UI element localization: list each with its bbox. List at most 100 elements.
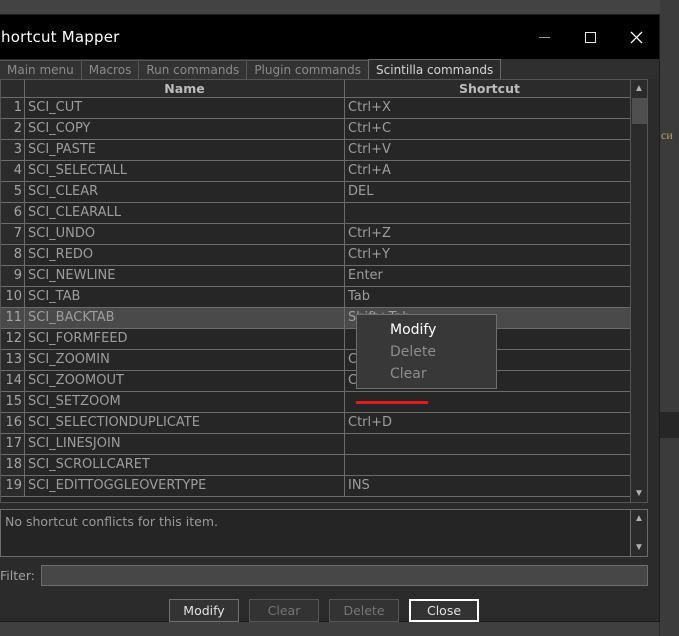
row-command-name[interactable]: SCI_FORMFEED (25, 329, 345, 350)
row-command-name[interactable]: SCI_EDITTOGGLEOVERTYPE (25, 476, 345, 497)
row-shortcut[interactable]: Ctrl+Z (345, 224, 635, 245)
row-shortcut[interactable]: Ctrl+Y (345, 245, 635, 266)
row-command-name[interactable]: SCI_ZOOMOUT (25, 371, 345, 392)
context-menu: Modify Delete Clear (356, 314, 497, 389)
table-row[interactable]: 19 SCI_EDITTOGGLEOVERTYPE INS (1, 476, 647, 497)
row-shortcut[interactable] (345, 203, 635, 224)
table-row[interactable]: 5 SCI_CLEAR DEL (1, 182, 647, 203)
row-command-name[interactable]: SCI_SETZOOM (25, 392, 345, 413)
background-app-panel (660, 0, 679, 636)
context-menu-item-modify[interactable]: Modify (357, 319, 496, 341)
row-number: 12 (1, 329, 25, 350)
row-command-name[interactable]: SCI_CLEARALL (25, 203, 345, 224)
row-number: 17 (1, 434, 25, 455)
shortcut-mapper-dialog: hortcut Mapper Main menu Macros Run comman… (0, 14, 660, 622)
table-row[interactable]: 6 SCI_CLEARALL (1, 203, 647, 224)
background-tab-block (660, 412, 679, 438)
conflict-scroll-down-icon[interactable]: ▼ (631, 539, 647, 556)
table-row[interactable]: 11SCI_BACKTABShift+Tab (1, 308, 647, 329)
row-shortcut[interactable] (345, 455, 635, 476)
context-menu-item-clear: Clear (390, 366, 427, 382)
table-row[interactable]: 9 SCI_NEWLINE Enter (1, 266, 647, 287)
context-menu-highlight-underline (356, 401, 428, 404)
row-shortcut[interactable]: INS (345, 476, 635, 497)
maximize-button[interactable] (567, 15, 613, 59)
tab-plugin-commands[interactable]: Plugin commands (246, 60, 370, 79)
row-number: 7 (1, 224, 25, 245)
scroll-down-icon[interactable]: ▼ (631, 485, 647, 502)
row-command-name[interactable]: SCI_ZOOMIN (25, 350, 345, 371)
tab-main-menu[interactable]: Main menu (0, 60, 82, 79)
title-bar: hortcut Mapper (0, 15, 659, 59)
row-shortcut[interactable]: Tab (345, 287, 635, 308)
table-header-shortcut[interactable]: Shortcut (345, 80, 635, 98)
conflict-scroll-up-icon[interactable]: ▲ (631, 510, 647, 527)
conflict-scrollbar[interactable]: ▲ ▼ (630, 510, 647, 556)
minimize-button[interactable] (521, 15, 567, 59)
window-title: hortcut Mapper (1, 28, 120, 46)
table-row[interactable]: 14SCI_ZOOMOUTCtrl+Num - (1, 371, 647, 392)
row-shortcut[interactable] (345, 434, 635, 455)
row-shortcut[interactable]: Ctrl+A (345, 161, 635, 182)
row-number: 18 (1, 455, 25, 476)
row-shortcut[interactable]: Ctrl+V (345, 140, 635, 161)
tab-macros[interactable]: Macros (80, 60, 140, 79)
row-shortcut[interactable]: Ctrl+D (345, 413, 635, 434)
row-number: 13 (1, 350, 25, 371)
close-button[interactable] (613, 15, 659, 59)
row-command-name[interactable]: SCI_PASTE (25, 140, 345, 161)
row-command-name[interactable]: SCI_LINESJOIN (25, 434, 345, 455)
table-row[interactable]: 12 SCI_FORMFEED (1, 329, 647, 350)
row-shortcut[interactable]: Ctrl+C (345, 119, 635, 140)
dialog-button-row: Modify Clear Delete Close (0, 599, 659, 622)
table-row[interactable]: 8 SCI_REDO Ctrl+Y (1, 245, 647, 266)
scroll-up-icon[interactable]: ▲ (631, 80, 647, 97)
screen-root: си hortcut Mapper Main menu Macros Run c… (0, 0, 679, 636)
background-text-sliver: си (661, 128, 673, 142)
row-number: 8 (1, 245, 25, 266)
row-number: 6 (1, 203, 25, 224)
table-row[interactable]: 10 SCI_TAB Tab (1, 287, 647, 308)
close-icon (630, 31, 642, 43)
row-number: 14 (1, 371, 25, 392)
table-header-row: Name Shortcut (1, 80, 647, 98)
row-command-name[interactable]: SCI_NEWLINE (25, 266, 345, 287)
close-button[interactable]: Close (409, 599, 479, 622)
row-shortcut[interactable]: DEL (345, 182, 635, 203)
row-command-name[interactable]: SCI_SELECTALL (25, 161, 345, 182)
row-shortcut[interactable]: Ctrl+X (345, 98, 635, 119)
row-number: 15 (1, 392, 25, 413)
table-row[interactable]: 15 SCI_SETZOOM (1, 392, 647, 413)
table-row[interactable]: 1 SCI_CUT Ctrl+X (1, 98, 647, 119)
table-row[interactable]: 7 SCI_UNDO Ctrl+Z (1, 224, 647, 245)
row-command-name[interactable]: SCI_BACKTAB (25, 308, 345, 329)
modify-button[interactable]: Modify (169, 599, 239, 622)
row-command-name[interactable]: SCI_REDO (25, 245, 345, 266)
table-row[interactable]: 13SCI_ZOOMINCtrl+Num + (1, 350, 647, 371)
table-scrollbar[interactable]: ▲ ▼ (630, 80, 647, 502)
row-command-name[interactable]: SCI_TAB (25, 287, 345, 308)
table-header-name[interactable]: Name (25, 80, 345, 98)
row-shortcut[interactable]: Enter (345, 266, 635, 287)
filter-row: Filter: (0, 564, 648, 586)
table-row[interactable]: 18 SCI_SCROLLCARET (1, 455, 647, 476)
table-row[interactable]: 4 SCI_SELECTALL Ctrl+A (1, 161, 647, 182)
tab-scintilla-commands[interactable]: Scintilla commands (368, 59, 502, 79)
row-command-name[interactable]: SCI_SCROLLCARET (25, 455, 345, 476)
table-header-corner (1, 80, 25, 98)
scrollbar-thumb[interactable] (632, 98, 647, 124)
row-command-name[interactable]: SCI_CLEAR (25, 182, 345, 203)
table-row[interactable]: 3 SCI_PASTE Ctrl+V (1, 140, 647, 161)
row-number: 11 (1, 308, 25, 329)
table-row[interactable]: 16 SCI_SELECTIONDUPLICATE Ctrl+D (1, 413, 647, 434)
table-row[interactable]: 17 SCI_LINESJOIN (1, 434, 647, 455)
row-command-name[interactable]: SCI_UNDO (25, 224, 345, 245)
tab-run-commands[interactable]: Run commands (138, 60, 248, 79)
filter-input[interactable] (40, 564, 648, 586)
row-number: 3 (1, 140, 25, 161)
row-command-name[interactable]: SCI_CUT (25, 98, 345, 119)
table-row[interactable]: 2 SCI_COPY Ctrl+C (1, 119, 647, 140)
row-number: 19 (1, 476, 25, 497)
row-command-name[interactable]: SCI_SELECTIONDUPLICATE (25, 413, 345, 434)
row-command-name[interactable]: SCI_COPY (25, 119, 345, 140)
